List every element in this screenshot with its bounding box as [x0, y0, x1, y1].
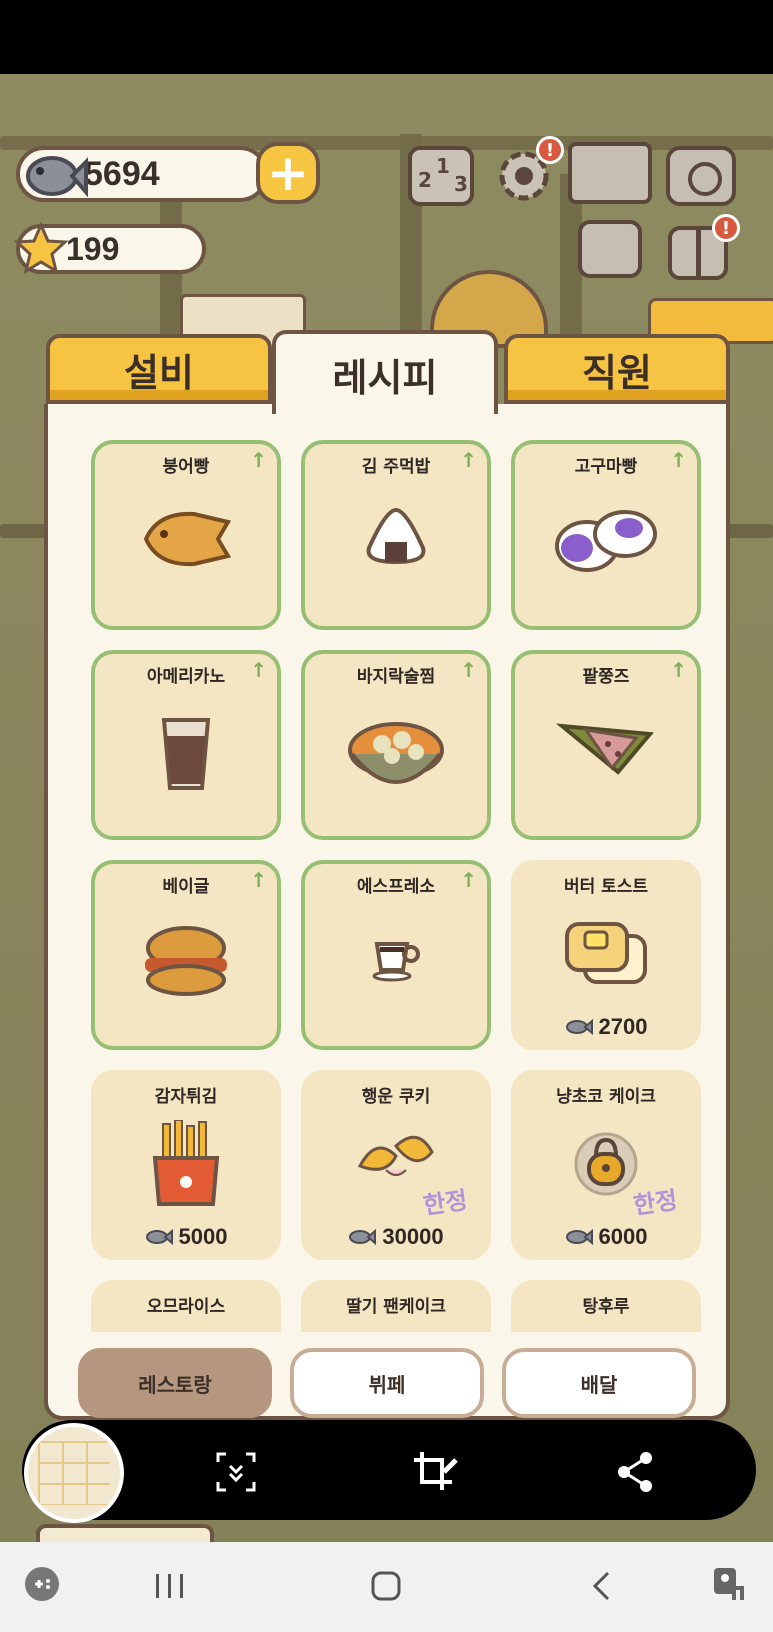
price-value: 5000 [178, 1224, 228, 1249]
rank-digit-1: 1 [436, 154, 450, 178]
recipe-name: 오므라이스 [146, 1297, 226, 1317]
recipe-card[interactable]: 감자튀김 5000 [91, 1070, 281, 1260]
upgrade-arrow-icon: ↑ [250, 658, 267, 682]
share-icon[interactable] [614, 1450, 658, 1494]
rank-digit-2: 2 [418, 168, 432, 192]
tab-staff-label: 직원 [582, 350, 652, 395]
fish-icon [565, 1228, 593, 1246]
recipe-card[interactable]: 바지락술찜 ↑ [301, 650, 491, 840]
tab-equipment-label: 설비 [124, 350, 194, 395]
recent-apps-icon[interactable] [154, 1572, 186, 1604]
limited-label: 한정 [421, 1186, 470, 1220]
recipe-card[interactable]: 버터 토스트 2700 [511, 860, 701, 1050]
zongzi-icon [555, 714, 656, 782]
recipe-card[interactable]: 붕어빵 ↑ [91, 440, 281, 630]
recipe-card[interactable]: 베이글 ↑ [91, 860, 281, 1050]
price-value: 30000 [382, 1224, 444, 1249]
crop-edit-icon[interactable] [412, 1450, 458, 1494]
limited-label: 한정 [631, 1186, 680, 1220]
category-restaurant-button[interactable]: 레스토랑 [78, 1348, 272, 1418]
recipe-card[interactable]: 고구마빵 ↑ [511, 440, 701, 630]
upgrade-arrow-icon: ↑ [460, 658, 477, 682]
upgrade-arrow-icon: ↑ [250, 448, 267, 472]
upgrade-arrow-icon: ↑ [460, 448, 477, 472]
fortune-cookie-icon [356, 1126, 436, 1194]
fish-icon [18, 144, 88, 212]
camera-icon[interactable] [666, 146, 736, 206]
recipe-panel: 붕어빵 ↑ 김 주먹밥 ↑ 고구마빵 ↑ 아메리카노 ↑ 바지락술찜 ↑ 팥쭝즈 [44, 404, 730, 1420]
recipe-card[interactable]: 김 주먹밥 ↑ [301, 440, 491, 630]
settings-badge: ! [536, 136, 564, 164]
clam-stew-icon [346, 714, 446, 796]
status-bar [0, 0, 773, 74]
touch-protect-icon[interactable] [712, 1566, 748, 1608]
espresso-icon [371, 936, 421, 986]
star-currency: 199 [13, 221, 206, 275]
recipe-name: 탕후루 [582, 1297, 630, 1317]
star-icon [13, 221, 69, 280]
french-fries-icon [151, 1119, 221, 1210]
upgrade-arrow-icon: ↑ [460, 868, 477, 892]
rank-digit-3: 3 [454, 172, 468, 196]
upgrade-arrow-icon: ↑ [670, 658, 687, 682]
recipe-name: 버터 토스트 [563, 877, 649, 897]
bungeoppang-icon [138, 504, 234, 578]
screenshot-thumbnail[interactable] [24, 1423, 124, 1523]
scroll-capture-icon[interactable] [214, 1450, 258, 1494]
recipe-price: 6000 [511, 1224, 701, 1250]
ranking-icon[interactable]: 2 1 3 [408, 146, 474, 206]
category-delivery-button[interactable]: 배달 [502, 1348, 696, 1418]
recipe-card[interactable]: 탕후루 [511, 1280, 701, 1332]
upgrade-arrow-icon: ↑ [250, 868, 267, 892]
price-value: 6000 [598, 1224, 648, 1249]
tab-recipe[interactable]: 레시피 [272, 330, 498, 414]
fish-icon [349, 1228, 377, 1246]
bagel-icon [139, 924, 233, 1002]
category-label: 레스토랑 [138, 1372, 212, 1397]
tab-recipe-label: 레시피 [332, 355, 438, 400]
gift-badge: ! [712, 214, 740, 242]
fish-icon [145, 1228, 173, 1246]
back-icon[interactable] [590, 1570, 614, 1606]
recipe-price: 5000 [91, 1224, 281, 1250]
recipe-card[interactable]: 아메리카노 ↑ [91, 650, 281, 840]
upgrade-arrow-icon: ↑ [670, 448, 687, 472]
fish-currency: 5694 [16, 146, 268, 202]
tab-staff[interactable]: 직원 [504, 334, 730, 404]
home-icon[interactable] [370, 1570, 402, 1606]
rice-ball-icon [361, 504, 431, 572]
profile-card-icon[interactable] [578, 220, 642, 278]
tab-equipment[interactable]: 설비 [46, 334, 272, 404]
americano-icon [158, 714, 214, 798]
recipe-card[interactable]: 오므라이스 [91, 1280, 281, 1332]
add-fish-button[interactable]: + [256, 142, 320, 204]
recipe-card[interactable]: 냥초코 케이크 한정 6000 [511, 1070, 701, 1260]
recipe-name: 딸기 팬케이크 [346, 1297, 446, 1317]
recipe-price: 30000 [301, 1224, 491, 1250]
butter-toast-icon [563, 916, 649, 990]
recipe-book-icon[interactable] [568, 142, 652, 204]
star-count: 199 [66, 230, 120, 267]
sweet-potato-bread-icon [551, 504, 661, 580]
fish-count: 5694 [84, 154, 160, 193]
plus-icon: + [267, 144, 309, 202]
fish-icon [565, 1018, 593, 1036]
recipe-card[interactable]: 팥쭝즈 ↑ [511, 650, 701, 840]
recipe-card[interactable]: 에스프레소 ↑ [301, 860, 491, 1050]
recipe-name: 감자튀김 [154, 1087, 218, 1107]
price-value: 2700 [598, 1014, 648, 1039]
recipe-name: 냥초코 케이크 [556, 1087, 656, 1107]
recipe-card[interactable]: 딸기 팬케이크 [301, 1280, 491, 1332]
game-launcher-icon[interactable] [24, 1566, 60, 1606]
recipe-price: 2700 [511, 1014, 701, 1040]
category-label: 배달 [580, 1372, 618, 1397]
category-label: 뷔페 [368, 1372, 406, 1397]
category-buffet-button[interactable]: 뷔페 [290, 1348, 484, 1418]
recipe-card[interactable]: 행운 쿠키 한정 30000 [301, 1070, 491, 1260]
recipe-name: 행운 쿠키 [361, 1087, 431, 1107]
